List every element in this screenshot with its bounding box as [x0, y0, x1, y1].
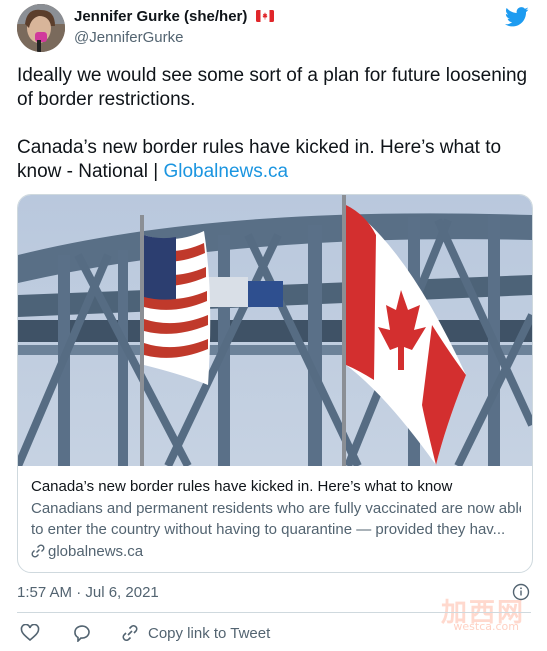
tweet-text-article: Canada’s new border rules have kicked in… [17, 136, 532, 184]
watermark-sub: westca.com [453, 620, 519, 633]
card-image[interactable] [18, 195, 532, 466]
tweet-text-line: Ideally we would see some sort of a plan… [17, 65, 533, 110]
author-name[interactable]: Jennifer Gurke (she/her) [74, 8, 247, 25]
card-desc-line-2: to enter the country without having to q… [31, 521, 506, 538]
reply-button[interactable] [72, 624, 92, 642]
twitter-logo-icon[interactable] [505, 6, 529, 28]
author-handle[interactable]: @JenniferGurke [74, 29, 183, 46]
divider [17, 612, 531, 613]
avatar[interactable] [17, 4, 65, 52]
heart-icon [20, 624, 40, 642]
link-icon [122, 625, 138, 641]
card-domain-text: globalnews.ca [48, 543, 144, 560]
copy-link-button[interactable]: Copy link to Tweet [120, 624, 270, 642]
card-description: Canadians and permanent residents who ar… [31, 498, 521, 540]
link-icon [31, 544, 45, 558]
tweet-link[interactable]: Globalnews.ca [163, 161, 288, 182]
canada-flag-icon [255, 10, 274, 22]
link-card[interactable]: Canada’s new border rules have kicked in… [17, 194, 533, 573]
author-name-row[interactable]: Jennifer Gurke (she/her) [74, 8, 274, 25]
tweet-text: Ideally we would see some sort of a plan… [17, 64, 532, 184]
copy-link-label: Copy link to Tweet [148, 624, 271, 642]
card-domain[interactable]: globalnews.ca [31, 543, 143, 560]
tweet-timestamp[interactable]: 1:57 AM · Jul 6, 2021 [17, 584, 159, 601]
card-title[interactable]: Canada’s new border rules have kicked in… [31, 478, 452, 495]
card-desc-line-1: Canadians and permanent residents who ar… [31, 500, 521, 517]
reply-icon [74, 625, 90, 642]
like-button[interactable] [20, 624, 40, 642]
